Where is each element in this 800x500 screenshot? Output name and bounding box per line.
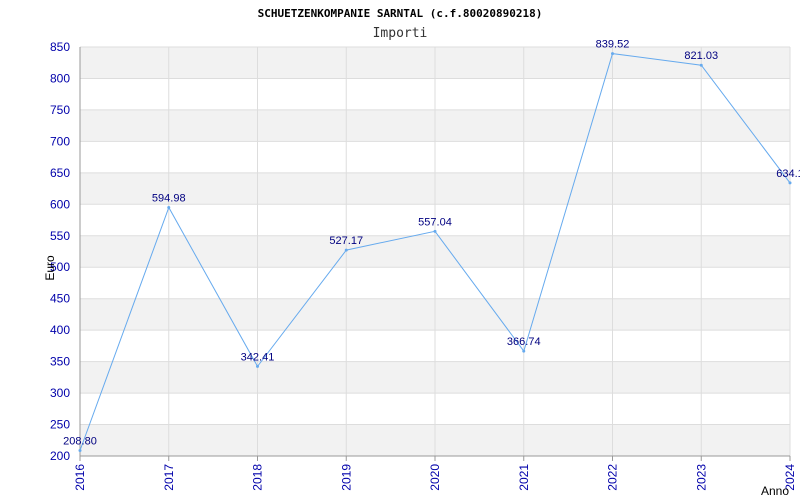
data-point: [78, 448, 82, 452]
y-tick-label: 650: [50, 166, 70, 180]
y-tick-label: 200: [50, 449, 70, 463]
data-label: 366.74: [507, 336, 541, 348]
data-label: 208.80: [63, 435, 97, 447]
x-tick-labels: 2016 2017 2018 2019 2020 2021 2022 2023 2024: [73, 464, 797, 491]
x-tick-label: 2020: [428, 464, 442, 491]
y-tick-label: 250: [50, 418, 70, 432]
data-point: [167, 205, 171, 209]
data-point: [344, 248, 348, 252]
data-point: [699, 63, 703, 67]
data-label: 634.1: [776, 168, 800, 180]
data-label: 557.04: [418, 216, 452, 228]
x-tick-label: 2018: [251, 464, 265, 491]
y-tick-labels: 2002503003504004505005506006507007508008…: [50, 40, 70, 463]
y-tick-label: 700: [50, 134, 70, 148]
y-tick-label: 850: [50, 40, 70, 54]
chart-title: SCHUETZENKOMPANIE SARNTAL (c.f.800208902…: [258, 7, 543, 20]
data-point: [611, 52, 614, 56]
x-tick-label: 2021: [517, 464, 531, 491]
y-axis-label: Euro: [43, 255, 57, 281]
x-tick-label: 2022: [606, 464, 620, 491]
y-tick-label: 750: [50, 103, 70, 117]
data-label: 527.17: [329, 235, 363, 247]
y-tick-label: 400: [50, 323, 70, 337]
data-point: [433, 229, 437, 233]
line-chart: SCHUETZENKOMPANIE SARNTAL (c.f.800208902…: [43, 7, 800, 498]
chart-subtitle: Importi: [373, 26, 428, 41]
x-axis-label: Anno: [761, 484, 789, 498]
data-point: [788, 181, 792, 185]
x-tick-label: 2019: [339, 464, 353, 491]
y-tick-label: 450: [50, 292, 70, 306]
y-tick-label: 550: [50, 229, 70, 243]
data-label: 342.41: [241, 351, 275, 363]
y-tick-label: 800: [50, 71, 70, 85]
y-tick-label: 600: [50, 197, 70, 211]
data-point: [256, 364, 259, 368]
data-label: 821.03: [684, 50, 718, 62]
data-label: 839.52: [596, 39, 630, 51]
x-tick-label: 2017: [162, 464, 176, 491]
data-label: 594.98: [152, 192, 186, 204]
y-tick-label: 350: [50, 355, 70, 369]
y-tick-label: 300: [50, 386, 70, 400]
x-tick-label: 2016: [73, 464, 87, 491]
x-tick-label: 2023: [694, 464, 708, 491]
data-point: [522, 349, 526, 353]
